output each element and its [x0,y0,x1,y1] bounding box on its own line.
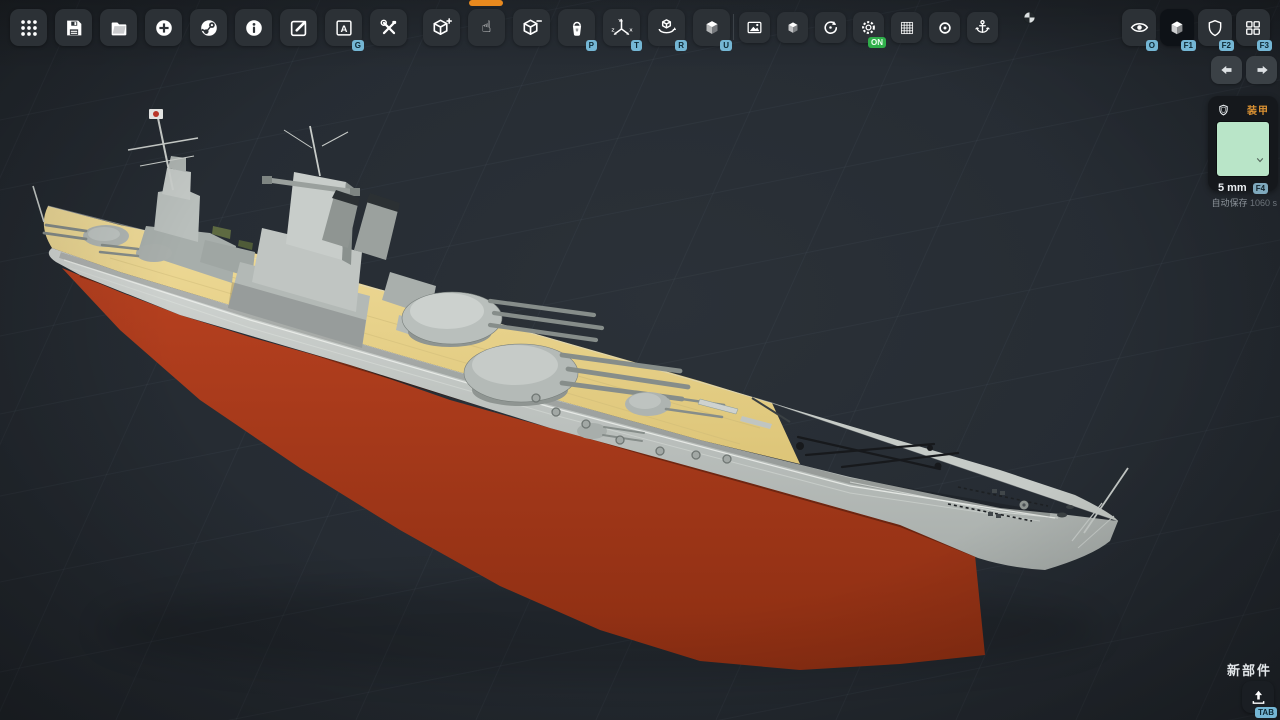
info-icon [243,17,265,39]
anchor-icon [973,18,992,37]
center-of-mass-marker [1022,10,1037,30]
plus-circle-icon [153,17,175,39]
steam-workshop-button[interactable] [190,9,227,46]
image-icon [745,18,764,37]
svg-text:A: A [340,23,347,34]
visibility-button[interactable]: O [1122,9,1156,46]
arrow-right-icon [1253,61,1271,79]
grid-toggle-button[interactable] [891,12,922,43]
cube-minus-icon [520,16,543,39]
redo-button[interactable] [1246,56,1277,84]
mirror-tool-button[interactable]: U [693,9,730,46]
toolbar-build-group: ☝ P Y X Z T [423,9,730,46]
screenshot-button[interactable] [739,12,770,43]
record-dot-icon [936,19,954,37]
small-cube-icon [784,19,802,37]
axes-gizmo-icon: Y X Z [610,16,633,39]
upload-tray-icon [1249,688,1268,707]
armor-shield-icon [1217,103,1230,117]
armor-thickness-value: 5 mm [1218,182,1247,194]
visibility-shortcut-badge: O [1146,40,1158,51]
anchor-button[interactable] [967,12,998,43]
chevron-down-icon [1254,154,1266,166]
rotate-arrow-icon [821,18,840,37]
cube-rotate-icon [655,16,678,39]
apps-menu-button[interactable] [10,9,47,46]
snap-point-button[interactable] [929,12,960,43]
steam-icon [198,17,220,39]
info-button[interactable] [235,9,272,46]
hand-tap-icon: ☝ [482,20,492,36]
folder-icon [108,17,130,39]
apps-grid-icon [18,17,40,39]
viewport-3d[interactable] [0,0,1280,720]
settings-gear-button[interactable]: ON [853,12,884,43]
autosave-status: 自动保存 1060 s [1150,196,1277,209]
text-annotation-button[interactable]: A G [325,9,362,46]
toolbar-view-group: ON [739,12,998,43]
new-file-button[interactable] [145,9,182,46]
svg-text:Z: Z [612,28,615,34]
modules-grid-icon [1243,18,1263,38]
undo-button[interactable] [1211,56,1242,84]
view-parts-button[interactable]: F3 [1236,9,1270,46]
battleship-model[interactable] [0,0,1280,720]
text-tool-shortcut-badge: G [352,40,364,51]
open-folder-button[interactable] [100,9,137,46]
render-mode-button[interactable] [777,12,808,43]
mesh-grid-icon [898,19,916,37]
view-model-button[interactable]: F1 [1160,9,1194,46]
paint-tool-button[interactable]: P [558,9,595,46]
save-button[interactable] [55,9,92,46]
remove-block-button[interactable] [513,9,550,46]
new-part-label: 新部件 [1150,660,1272,679]
gear-icon [859,18,878,37]
view-model-shortcut-badge: F1 [1181,40,1196,51]
eye-icon [1129,17,1150,38]
transform-tool-button[interactable]: Y X Z T [603,9,640,46]
paint-bucket-icon [566,17,588,39]
toolbar-file-group: A G [10,9,407,46]
save-icon [63,17,85,39]
toolbar-separator [733,14,734,40]
armor-shortcut-badge: F4 [1253,183,1268,194]
rotate-shortcut-badge: R [675,40,687,51]
tools-button[interactable] [370,9,407,46]
select-hand-tool-button[interactable]: ☝ [468,9,505,46]
toolbar-mode-group: O F1 F2 F3 [1122,9,1270,46]
arrow-left-icon [1218,61,1236,79]
transform-shortcut-badge: T [631,40,642,51]
model-cube-icon [1167,18,1187,38]
letter-a-icon: A [333,17,355,39]
armor-panel-title: 装甲 [1247,102,1269,117]
edit-pencil-icon [288,17,310,39]
reset-view-button[interactable] [815,12,846,43]
rename-edit-button[interactable] [280,9,317,46]
settings-state-badge: ON [868,37,886,48]
shield-icon [1205,18,1225,38]
autosave-label: 自动保存 [1211,198,1247,208]
cube-plus-icon [430,16,453,39]
autosave-value: 1060 s [1250,198,1277,208]
rotate-block-button[interactable]: R [648,9,685,46]
new-part-shortcut-badge: TAB [1255,707,1277,718]
mirror-shortcut-badge: U [720,40,732,51]
svg-text:X: X [629,28,633,34]
paint-shortcut-badge: P [586,40,597,51]
checker-sphere-icon [1022,10,1037,25]
view-armor-button[interactable]: F2 [1198,9,1232,46]
new-part-button[interactable]: TAB [1242,681,1274,713]
solid-cube-icon [701,17,723,39]
tools-icon [378,17,400,39]
armor-material-swatch[interactable] [1216,121,1270,177]
view-armor-shortcut-badge: F2 [1219,40,1234,51]
armor-panel: 装甲 5 mm F4 [1208,96,1278,191]
view-parts-shortcut-badge: F3 [1257,40,1272,51]
add-block-button[interactable] [423,9,460,46]
